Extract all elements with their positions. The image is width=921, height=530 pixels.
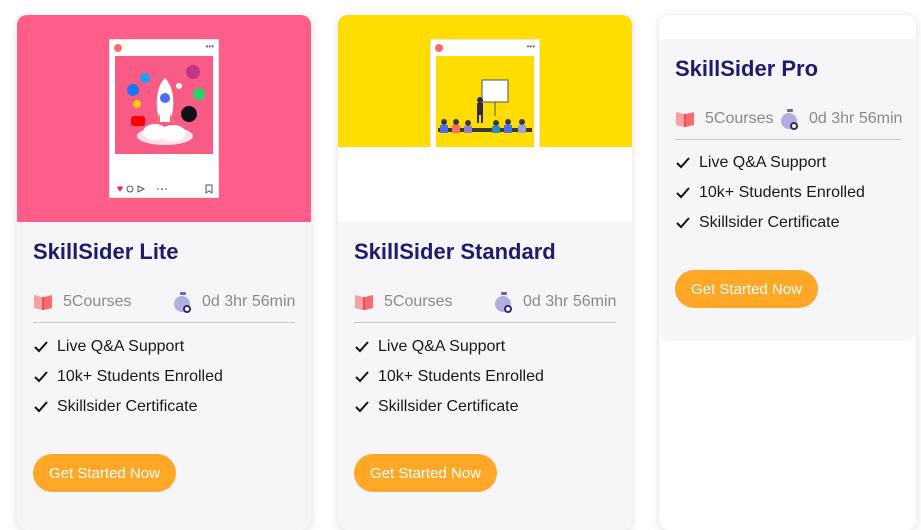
plan-card-lite: ••• SkillSider Lite 5Courses 0d 3hr 56mi…: [17, 15, 311, 530]
duration-text: 0d 3hr 56min: [809, 110, 903, 127]
course-count: 5Courses: [33, 289, 131, 315]
stopwatch-icon: [174, 292, 191, 313]
plan-banner-lite: •••: [17, 15, 311, 222]
feature-item: Skillsider Certificate: [33, 392, 223, 422]
get-started-button[interactable]: Get Started Now: [675, 270, 818, 308]
course-count-text: 5Courses: [705, 110, 774, 127]
divider: [354, 322, 616, 323]
more-dots-icon: •••: [526, 42, 535, 51]
more-dots-icon: •••: [205, 42, 214, 51]
check-icon: [355, 341, 369, 353]
banner-white-area: [338, 147, 632, 222]
feature-item: Skillsider Certificate: [675, 208, 865, 238]
check-icon: [34, 401, 48, 413]
duration: 0d 3hr 56min: [493, 289, 616, 315]
check-icon: [355, 401, 369, 413]
rocket-illustration: [115, 56, 213, 154]
profile-dot-icon: [114, 44, 122, 52]
duration: 0d 3hr 56min: [172, 289, 295, 315]
feature-item: Skillsider Certificate: [354, 392, 544, 422]
check-icon: [676, 187, 690, 199]
plan-card-pro: SkillSider Pro 5Courses 0d 3hr 56min Liv…: [659, 15, 916, 530]
feature-item: 10k+ Students Enrolled: [675, 178, 865, 208]
plan-card-standard: ••• SkillSider Standard 5Courses 0d 3hr …: [338, 15, 632, 530]
plan-title: SkillSider Lite: [33, 239, 179, 264]
course-count: 5Courses: [675, 106, 773, 132]
social-media-illustration: •••: [109, 39, 219, 198]
course-count-text: 5Courses: [63, 293, 132, 310]
feature-list: Live Q&A Support 10k+ Students Enrolled …: [354, 332, 544, 422]
duration: 0d 3hr 56min: [779, 106, 902, 132]
plan-title: SkillSider Standard: [354, 239, 556, 264]
audience-illustration: [436, 56, 534, 154]
check-icon: [34, 371, 48, 383]
feature-item: 10k+ Students Enrolled: [354, 362, 544, 392]
plan-panel-pro: SkillSider Pro 5Courses 0d 3hr 56min Liv…: [659, 39, 916, 341]
duration-text: 0d 3hr 56min: [523, 293, 617, 310]
get-started-button[interactable]: Get Started Now: [354, 454, 497, 492]
plan-banner-standard: •••: [338, 15, 632, 154]
feature-item: 10k+ Students Enrolled: [33, 362, 223, 392]
duration-text: 0d 3hr 56min: [202, 293, 296, 310]
presentation-illustration: •••: [430, 39, 540, 154]
feature-item: Live Q&A Support: [33, 332, 223, 362]
divider: [33, 322, 295, 323]
check-icon: [355, 371, 369, 383]
course-count: 5Courses: [354, 289, 452, 315]
check-icon: [676, 217, 690, 229]
feature-list: Live Q&A Support 10k+ Students Enrolled …: [33, 332, 223, 422]
feature-item: Live Q&A Support: [354, 332, 544, 362]
course-count-text: 5Courses: [384, 293, 453, 310]
plan-title: SkillSider Pro: [675, 56, 819, 81]
open-book-icon: [34, 295, 52, 310]
check-icon: [34, 341, 48, 353]
stopwatch-icon: [495, 292, 512, 313]
divider: [675, 139, 901, 140]
get-started-button[interactable]: Get Started Now: [33, 454, 176, 492]
check-icon: [676, 157, 690, 169]
feature-item: Live Q&A Support: [675, 148, 865, 178]
post-actions: [114, 181, 214, 194]
profile-dot-icon: [435, 44, 443, 52]
open-book-icon: [676, 112, 694, 127]
feature-list: Live Q&A Support 10k+ Students Enrolled …: [675, 148, 865, 238]
stopwatch-icon: [781, 109, 798, 130]
open-book-icon: [355, 295, 373, 310]
